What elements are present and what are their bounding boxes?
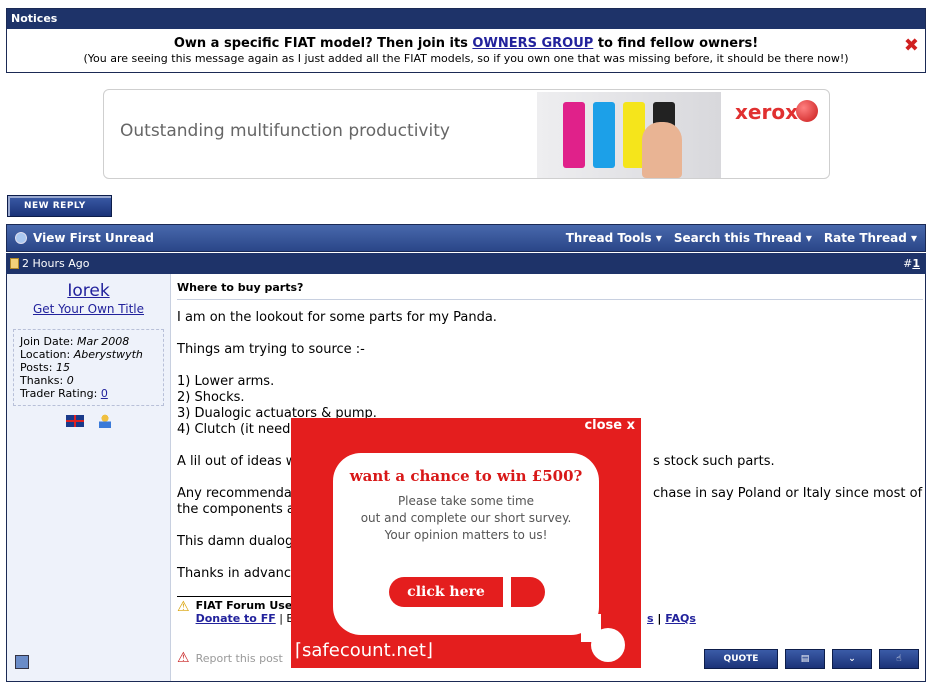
xerox-logo: xerox [735,100,798,124]
quick-reply-button[interactable]: ⌄ [832,649,872,669]
post-buttons: QUOTE ▤ ⌄ ☝ [704,649,919,669]
multiquote-button[interactable]: ▤ [785,649,825,669]
click-here-button[interactable]: click here [389,577,503,607]
safecount-logo: ⌈safecount.net⌋ [295,640,433,661]
post-number[interactable]: #1 [903,253,920,274]
post-header: 2 Hours Ago #1 [6,253,926,274]
click-here-button-cap[interactable] [511,577,545,607]
view-first-unread-link[interactable]: View First Unread [15,231,154,245]
username-link[interactable]: Iorek [7,281,170,301]
uk-flag-icon [66,415,85,427]
popup-card: want a chance to win £500? Please take s… [333,453,599,635]
post-title: Where to buy parts? [177,281,923,300]
popup-close-button[interactable]: close x [584,418,635,433]
popup-message: Please take some time out and complete o… [360,494,572,542]
notice-line-2: (You are seeing this message again as I … [83,52,849,65]
unread-icon [15,232,27,244]
user-icon [98,414,111,428]
thanks-button[interactable]: ☝ [879,649,919,669]
close-icon[interactable]: ✖ [904,35,919,56]
page-icon [10,258,19,269]
ad-banner[interactable]: Outstanding multifunction productivity x… [103,89,830,179]
quote-button[interactable]: QUOTE [704,649,778,669]
thread-tools-menu[interactable]: Thread Tools [566,231,662,245]
ad-tagline: Outstanding multifunction productivity [120,121,450,141]
user-info: Join Date: Mar 2008 Location: Aberystwyt… [13,329,164,406]
faqs-link[interactable]: FAQs [665,612,696,625]
xerox-ball-icon [796,100,818,122]
search-thread-menu[interactable]: Search this Thread [674,231,812,245]
warning-icon: ⚠ [177,599,190,615]
post-date: 2 Hours Ago [10,253,89,274]
user-sidebar: Iorek Get Your Own Title Join Date: Mar … [7,274,171,681]
signature: ⚠ FIAT Forum Use Donate to FF | B [177,596,297,625]
thread-toolbar: View First Unread Thread Tools Search th… [6,224,926,252]
faqs-area: s | FAQs [647,612,696,625]
report-icon: ⚠ [177,650,190,666]
trader-rating-link[interactable]: 0 [101,387,108,400]
survey-popup: close x want a chance to win £500? Pleas… [291,418,641,668]
printer-ink-image [537,92,721,178]
report-post-link[interactable]: ⚠ Report this post [177,650,283,666]
rate-thread-menu[interactable]: Rate Thread [824,231,917,245]
donate-link[interactable]: Donate to FF [196,612,276,625]
new-reply-button[interactable]: NEW REPLY [7,195,112,217]
user-title-link[interactable]: Get Your Own Title [7,302,170,316]
user-status-icon [15,655,29,669]
user-badges [7,413,170,429]
notice-line-1: Own a specific FIAT model? Then join its… [173,36,759,51]
notices-header: Notices [7,9,925,29]
owners-group-link[interactable]: OWNERS GROUP [472,36,593,51]
popup-headline: want a chance to win £500? [349,467,583,485]
notices-panel: Notices Own a specific FIAT model? Then … [6,8,926,73]
